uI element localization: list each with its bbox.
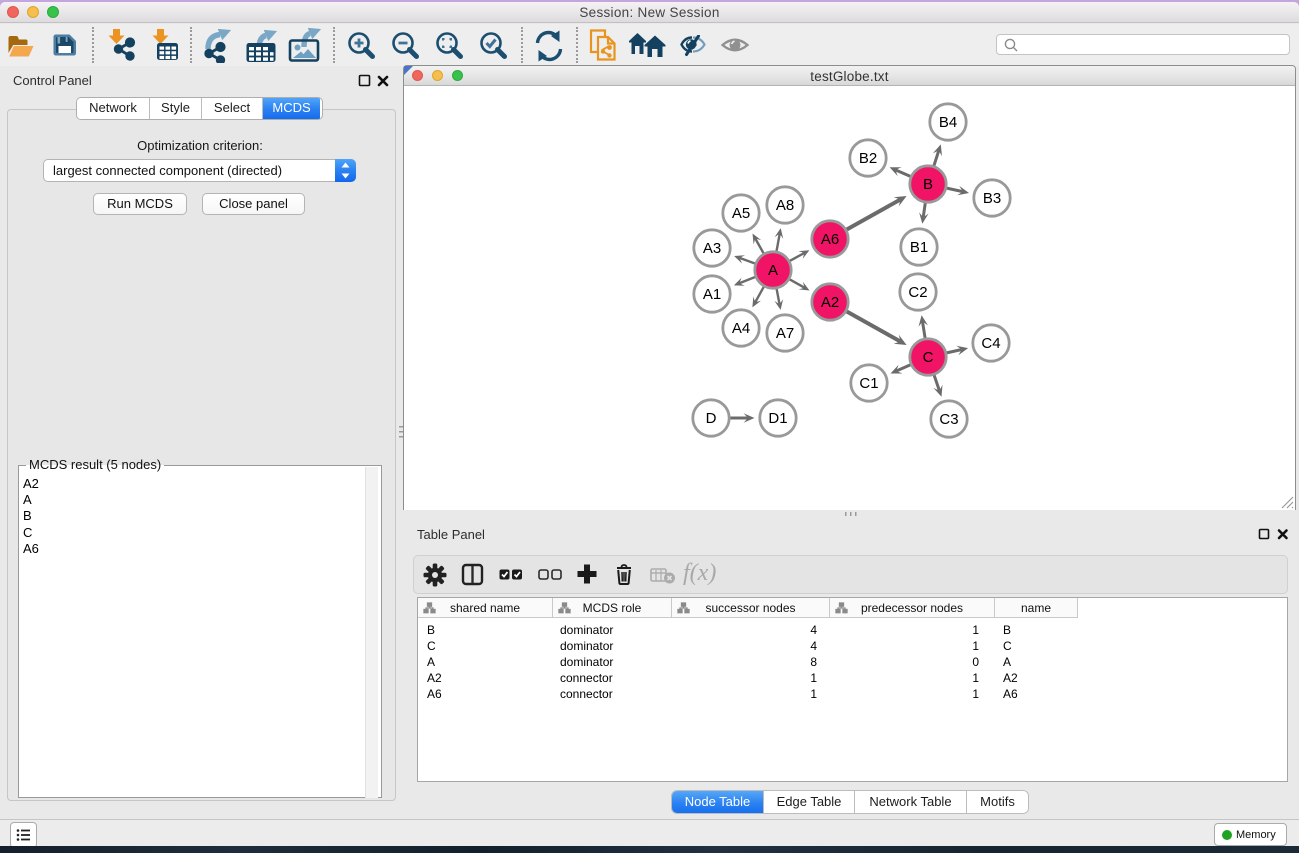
- svg-text:B3: B3: [983, 190, 1001, 207]
- svg-text:B1: B1: [910, 239, 928, 256]
- svg-text:C: C: [923, 349, 934, 366]
- svg-text:B2: B2: [859, 150, 877, 167]
- svg-text:A6: A6: [821, 231, 839, 248]
- svg-text:C3: C3: [939, 411, 958, 428]
- svg-text:A5: A5: [732, 205, 750, 222]
- svg-text:A3: A3: [703, 240, 721, 257]
- svg-text:D: D: [706, 410, 717, 427]
- svg-text:A1: A1: [703, 286, 721, 303]
- svg-text:A7: A7: [776, 325, 794, 342]
- svg-text:A8: A8: [776, 197, 794, 214]
- svg-text:C2: C2: [908, 284, 927, 301]
- svg-text:B: B: [923, 176, 933, 193]
- svg-text:C4: C4: [981, 335, 1000, 352]
- svg-text:C1: C1: [859, 375, 878, 392]
- svg-text:A: A: [768, 262, 778, 279]
- svg-text:D1: D1: [768, 410, 787, 427]
- svg-text:B4: B4: [939, 114, 957, 131]
- svg-text:A4: A4: [732, 320, 750, 337]
- svg-text:A2: A2: [821, 294, 839, 311]
